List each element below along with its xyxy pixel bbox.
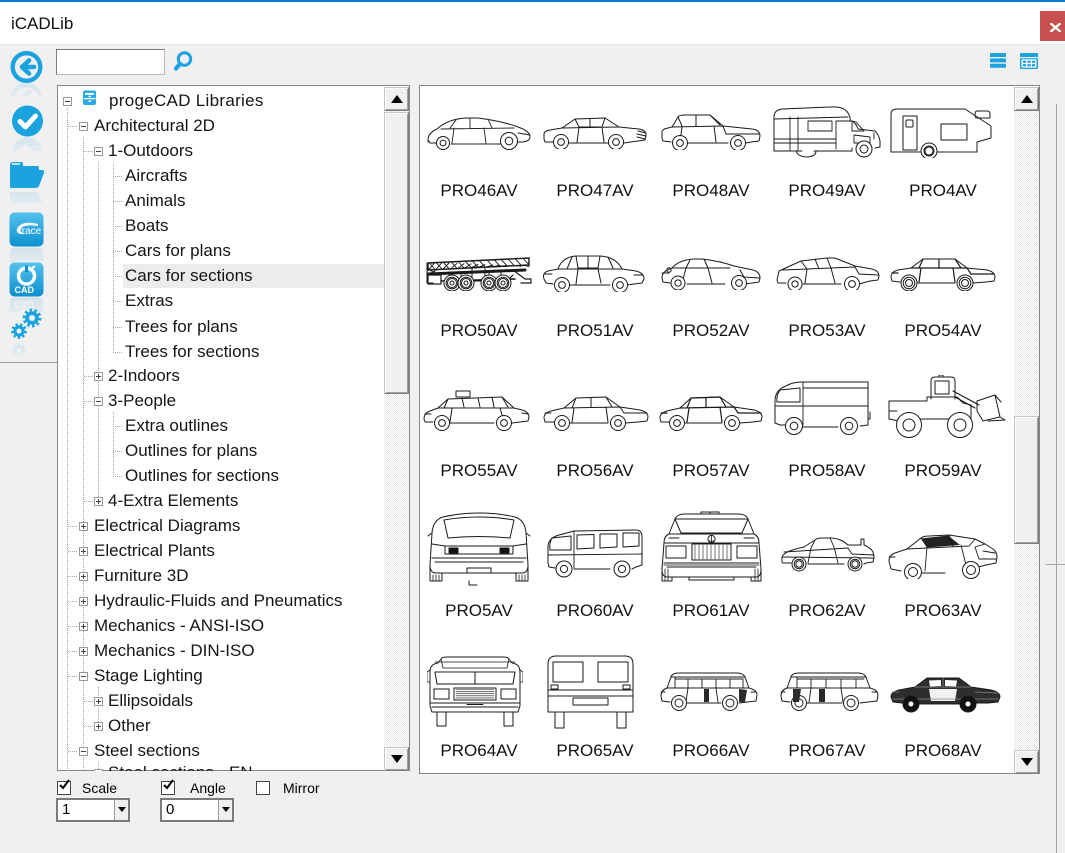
- svg-text:trace: trace: [19, 226, 42, 237]
- svg-text:CAD: CAD: [15, 285, 35, 295]
- svg-text:trace: trace: [19, 257, 42, 262]
- svg-text:CAD: CAD: [15, 299, 35, 309]
